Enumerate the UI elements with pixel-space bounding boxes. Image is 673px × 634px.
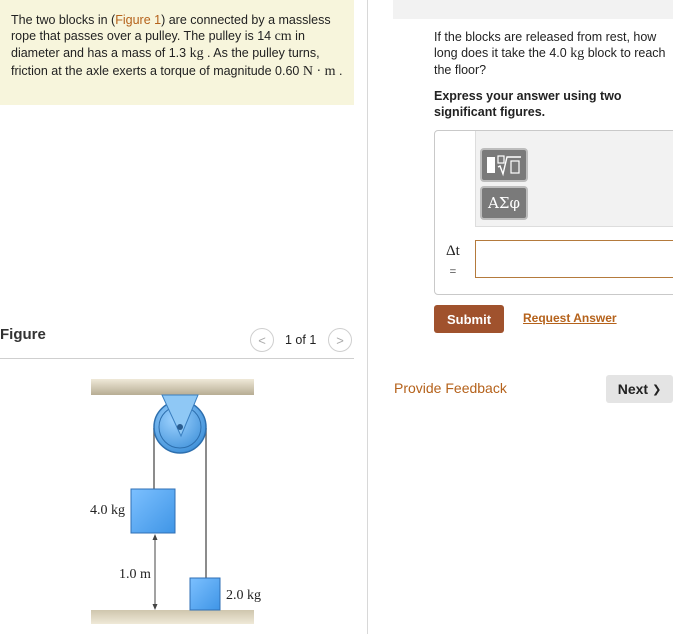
chevron-right-icon: ❯ xyxy=(652,383,662,396)
figure-pager: 1 of 1 xyxy=(285,333,317,347)
block-4kg xyxy=(130,488,176,534)
label-block-2kg: 2.0 kg xyxy=(226,588,261,603)
next-button[interactable]: Next ❯ xyxy=(606,375,673,403)
answer-input[interactable] xyxy=(475,240,673,278)
arrow-head-down xyxy=(152,604,158,610)
chevron-left-icon: < xyxy=(258,332,266,348)
unit-cm: cm xyxy=(274,29,292,45)
problem-text: The two blocks in ( xyxy=(11,13,116,27)
label-height: 1.0 m xyxy=(119,567,151,582)
math-toolbar: ΑΣφ ↶ xyxy=(475,131,673,227)
pulley-diagram-svg xyxy=(91,379,254,624)
provide-feedback-link[interactable]: Provide Feedback xyxy=(394,380,507,396)
next-label: Next xyxy=(617,381,649,397)
unit-kg: kg xyxy=(189,46,204,62)
question-text: If the blocks are released from rest, ho… xyxy=(434,29,673,79)
prev-figure-button[interactable]: < xyxy=(250,328,274,352)
figure-title: Figure xyxy=(0,326,46,343)
request-answer-link[interactable]: Request Answer xyxy=(523,311,617,325)
chevron-right-icon: > xyxy=(336,332,344,348)
block-2kg xyxy=(189,577,221,611)
pane-divider xyxy=(367,0,368,634)
problem-statement: The two blocks in (Figure 1) are connect… xyxy=(0,0,354,105)
equals-sign: = xyxy=(449,264,457,278)
templates-icon xyxy=(487,155,521,177)
pulley-diagram: 4.0 kg 1.0 m 2.0 kg xyxy=(0,360,354,634)
greek-symbols-label: ΑΣφ xyxy=(488,194,520,212)
arrow-head-up xyxy=(152,534,158,540)
submit-button[interactable]: Submit xyxy=(434,305,504,333)
templates-button[interactable] xyxy=(480,148,528,182)
answer-box: ΑΣφ ↶ Δt = xyxy=(434,130,673,295)
figure-link[interactable]: Figure 1 xyxy=(115,13,161,27)
part-header xyxy=(393,0,673,19)
next-figure-button[interactable]: > xyxy=(328,328,352,352)
unit-nm: N · m xyxy=(302,63,336,79)
problem-text: . xyxy=(335,63,343,78)
greek-symbols-button[interactable]: ΑΣφ xyxy=(480,186,528,220)
variable-symbol: Δt xyxy=(446,243,460,259)
ceiling xyxy=(91,379,254,395)
figure-header: Figure < 1 of 1 > xyxy=(0,323,354,359)
pulley-axle xyxy=(177,424,183,430)
floor xyxy=(91,610,254,624)
answer-variable: Δt = xyxy=(446,241,460,281)
unit-kg: kg xyxy=(570,46,585,62)
label-block-4kg: 4.0 kg xyxy=(90,503,125,518)
answer-instruction: Express your answer using two significan… xyxy=(434,89,622,120)
